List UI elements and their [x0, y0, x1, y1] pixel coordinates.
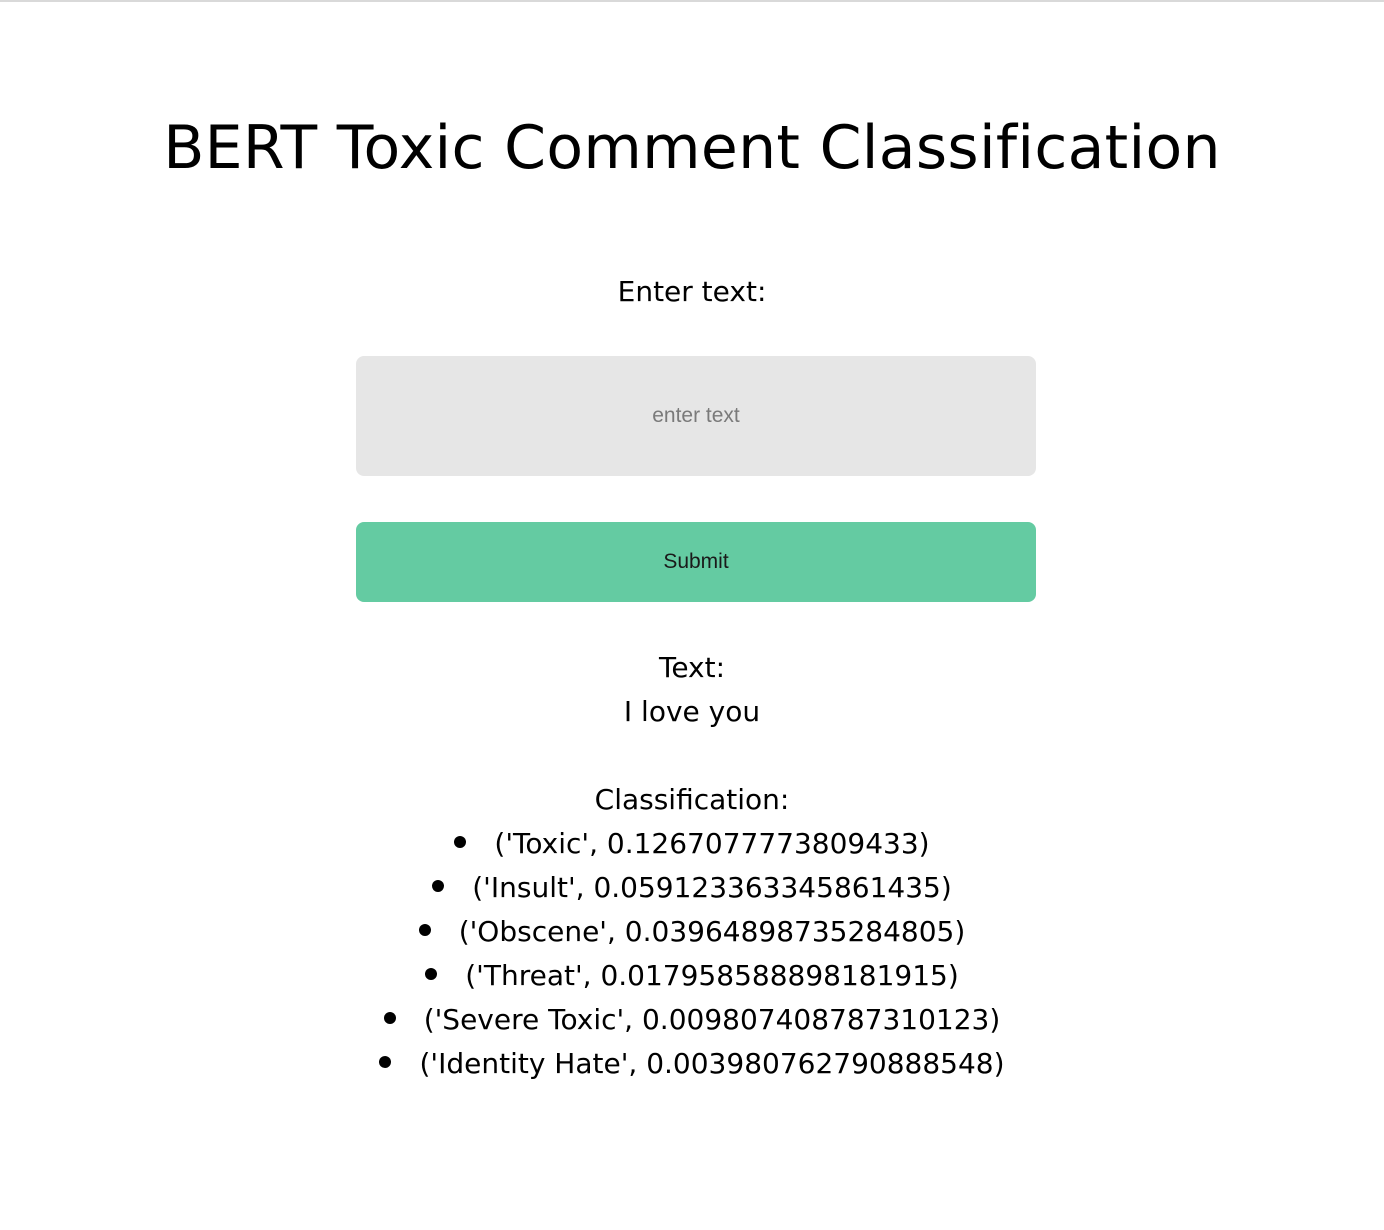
classification-item: ('Threat', 0.017958588898181915) — [0, 954, 1384, 998]
bullet-icon — [418, 924, 431, 936]
classification-item-text: ('Toxic', 0.1267077773809433) — [494, 827, 930, 860]
page-title: BERT Toxic Comment Classification — [163, 113, 1221, 183]
text-heading: Text: — [658, 651, 726, 684]
submit-button[interactable]: Submit — [356, 522, 1036, 602]
bullet-icon — [379, 1056, 392, 1068]
enter-text-label: Enter text: — [617, 275, 767, 308]
text-input[interactable] — [356, 356, 1036, 476]
classification-item: ('Toxic', 0.1267077773809433) — [0, 822, 1384, 866]
classification-item: ('Severe Toxic', 0.009807408787310123) — [0, 998, 1384, 1042]
classification-item-text: ('Threat', 0.017958588898181915) — [465, 959, 959, 992]
classification-item-text: ('Obscene', 0.03964898735284805) — [458, 915, 966, 948]
result-panel: Text: I love you Classification: ('Toxic… — [0, 646, 1384, 1086]
classification-item-text: ('Insult', 0.059123363345861435) — [472, 871, 952, 904]
bullet-icon — [454, 836, 467, 848]
classification-item-text: ('Severe Toxic', 0.009807408787310123) — [423, 1003, 1001, 1036]
submitted-text: I love you — [623, 695, 761, 728]
classification-list: ('Toxic', 0.1267077773809433) ('Insult',… — [0, 822, 1384, 1086]
classification-item: ('Obscene', 0.03964898735284805) — [0, 910, 1384, 954]
bullet-icon — [383, 1012, 396, 1024]
classification-item-text: ('Identity Hate', 0.003980762790888548) — [419, 1047, 1005, 1080]
classification-heading: Classification: — [594, 783, 790, 816]
bullet-icon — [425, 968, 438, 980]
classification-item: ('Insult', 0.059123363345861435) — [0, 866, 1384, 910]
bullet-icon — [432, 880, 445, 892]
classification-item: ('Identity Hate', 0.003980762790888548) — [0, 1042, 1384, 1086]
